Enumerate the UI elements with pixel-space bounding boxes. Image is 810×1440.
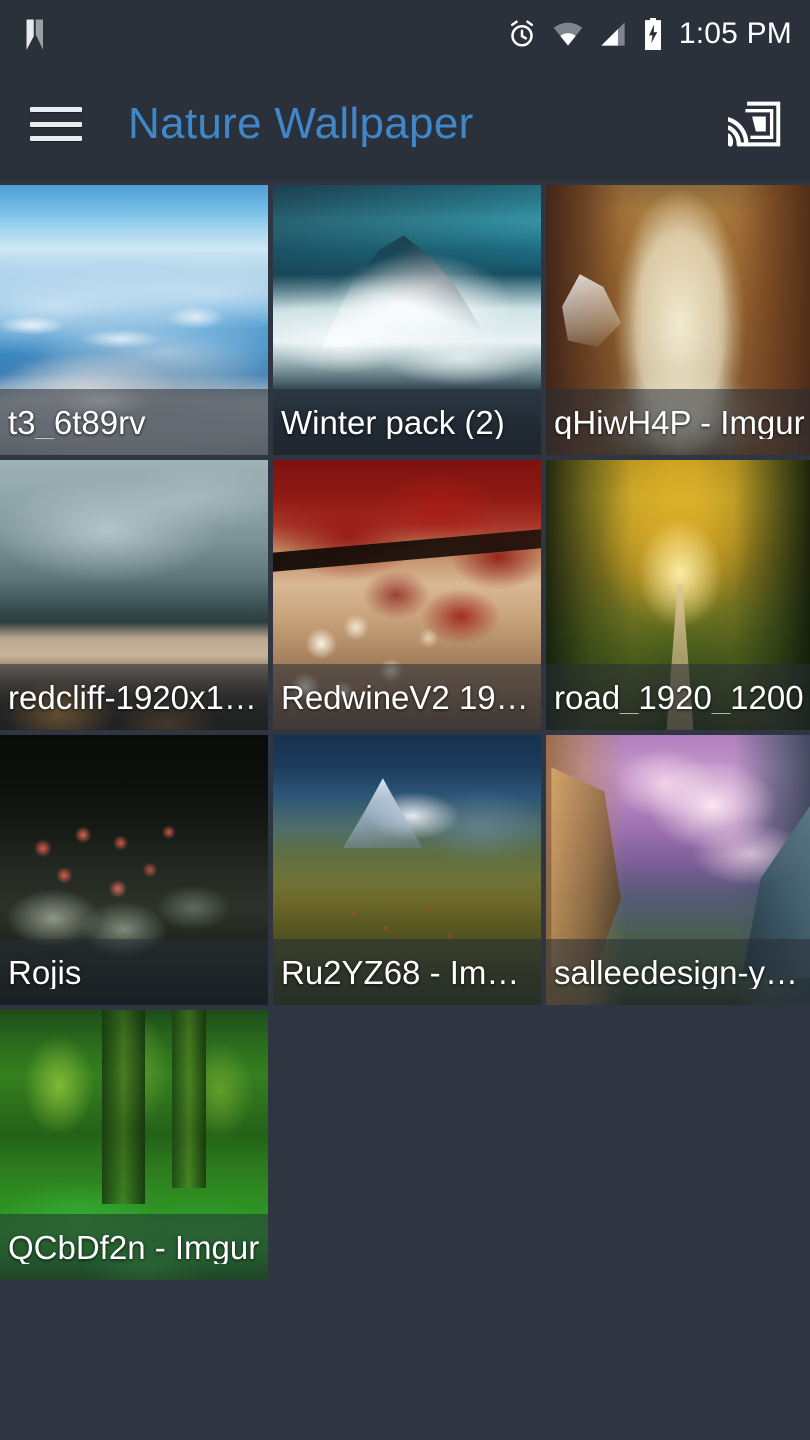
signal-icon [601,22,625,46]
wallpaper-label: road_1920_1200 [554,680,804,714]
wallpaper-caption: redcliff-1920x1… [0,664,268,730]
chromecast-glyph [728,101,781,147]
wallpaper-label: RedwineV2 192… [281,680,533,714]
wallpaper-label: Ru2YZ68 - Imgur [281,955,533,989]
app-bar: Nature Wallpaper [0,68,810,180]
alarm-icon [510,20,533,47]
wallpaper-cell[interactable]: road_1920_1200 [546,460,810,730]
wallpaper-cell[interactable]: qHiwH4P - Imgur [546,185,810,455]
wallpaper-cell[interactable]: Rojis [0,735,268,1005]
wallpaper-cell[interactable]: RedwineV2 192… [273,460,541,730]
wallpaper-label: Rojis [8,955,82,989]
battery-charging-icon [644,18,661,50]
wallpaper-label: t3_6t89rv [8,405,146,439]
wallpaper-cell[interactable]: redcliff-1920x1… [0,460,268,730]
status-bar-left [22,16,56,52]
wallpaper-caption: QCbDf2n - Imgur [0,1214,268,1280]
wallpaper-label: Winter pack (2) [281,405,505,439]
wifi-icon [553,22,583,46]
wallpaper-grid: t3_6t89rv Winter pack (2) qHiwH4P - Imgur r… [0,180,810,1280]
status-bar-right: 1:05 PM [507,17,792,51]
status-bar: 1:05 PM [0,0,810,68]
wallpaper-label: qHiwH4P - Imgur [554,405,805,439]
wallpaper-label: QCbDf2n - Imgur [8,1230,260,1264]
wallpaper-label: salleedesign-yo… [554,955,806,989]
wallpaper-cell[interactable]: Winter pack (2) [273,185,541,455]
wallpaper-cell[interactable]: salleedesign-yo… [546,735,810,1005]
wallpaper-cell[interactable]: QCbDf2n - Imgur [0,1010,268,1280]
wallpaper-cell[interactable]: Ru2YZ68 - Imgur [273,735,541,1005]
chromecast-icon[interactable] [724,96,786,152]
hamburger-menu-icon[interactable] [30,107,82,141]
wallpaper-cell[interactable]: t3_6t89rv [0,185,268,455]
wallpaper-caption: road_1920_1200 [546,664,810,730]
wallpaper-caption: Ru2YZ68 - Imgur [273,939,541,1005]
wallpaper-caption: Rojis [0,939,268,1005]
wallpaper-caption: qHiwH4P - Imgur [546,389,810,455]
wallpaper-caption: t3_6t89rv [0,389,268,455]
wallpaper-caption: Winter pack (2) [273,389,541,455]
wallpaper-caption: salleedesign-yo… [546,939,810,1005]
wallpaper-caption: RedwineV2 192… [273,664,541,730]
android-n-logo-icon [26,19,44,50]
status-bar-clock: 1:05 PM [678,17,792,50]
wallpaper-label: redcliff-1920x1… [8,680,257,714]
page-title: Nature Wallpaper [128,99,474,148]
